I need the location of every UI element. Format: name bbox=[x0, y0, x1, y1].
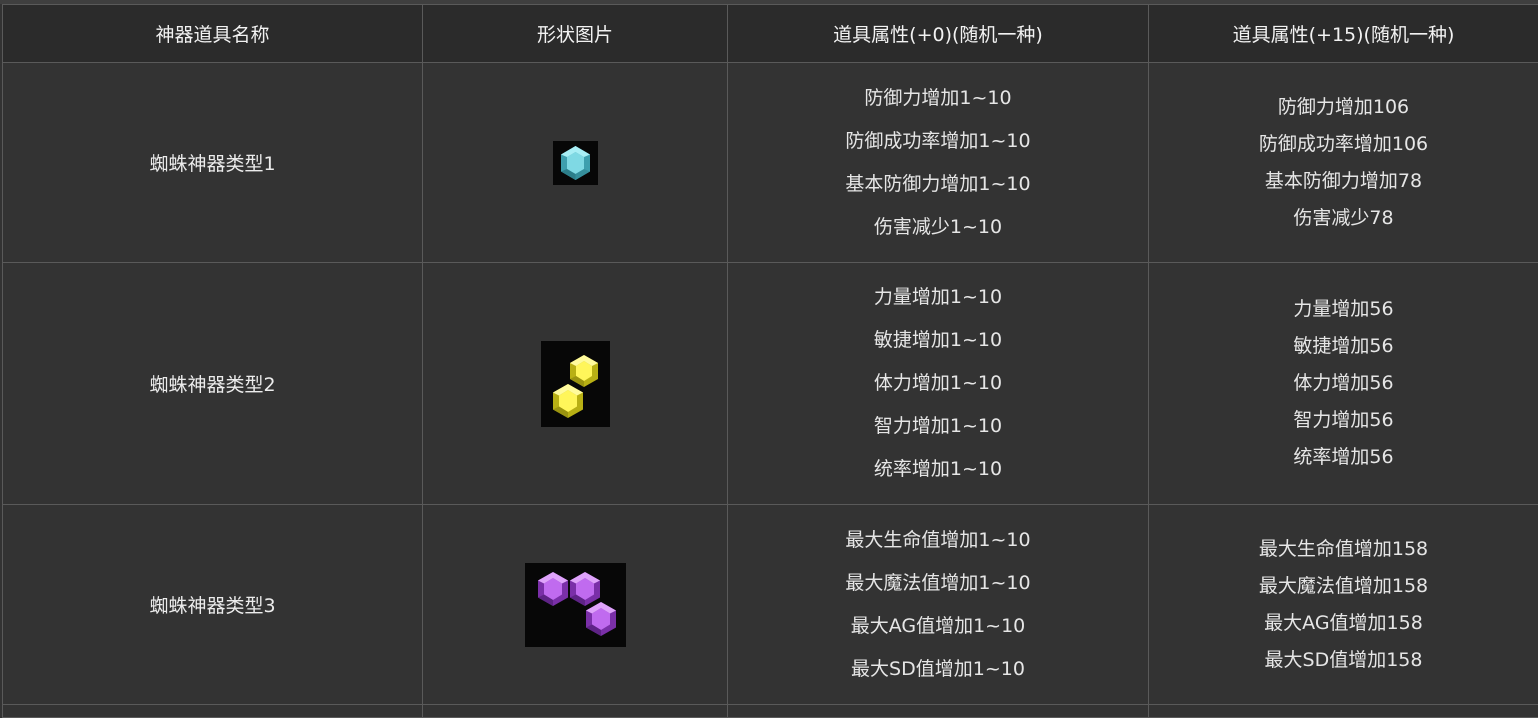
attr-line: 敏捷增加1~10 bbox=[728, 319, 1148, 362]
header-item-name: 神器道具名称 bbox=[3, 5, 423, 63]
cyan-gem-icon bbox=[553, 141, 598, 185]
table-cell bbox=[728, 705, 1149, 718]
attr-line: 防御力增加1~10 bbox=[728, 77, 1148, 120]
table-header-row: 神器道具名称 形状图片 道具属性(+0)(随机一种) 道具属性(+15)(随机一… bbox=[3, 5, 1538, 63]
table-row bbox=[3, 705, 1538, 718]
attr-line: 防御成功率增加106 bbox=[1149, 126, 1538, 163]
header-attr-plus15: 道具属性(+15)(随机一种) bbox=[1149, 5, 1538, 63]
table-row: 蜘蛛神器类型3 bbox=[3, 505, 1538, 705]
header-attr-base: 道具属性(+0)(随机一种) bbox=[728, 5, 1149, 63]
attr-line: 最大AG值增加1~10 bbox=[728, 605, 1148, 648]
attr-line: 敏捷增加56 bbox=[1149, 328, 1538, 365]
table-row: 蜘蛛神器类型2 bbox=[3, 263, 1538, 505]
attr-line: 基本防御力增加78 bbox=[1149, 163, 1538, 200]
table-row: 蜘蛛神器类型1 防御力增加1~10 防御成功率增加1~10 基本防御力增加1~1… bbox=[3, 63, 1538, 263]
table-cell bbox=[423, 705, 728, 718]
attr-line: 伤害减少78 bbox=[1149, 200, 1538, 237]
attr-line: 体力增加1~10 bbox=[728, 362, 1148, 405]
attr-base-cell: 最大生命值增加1~10 最大魔法值增加1~10 最大AG值增加1~10 最大SD… bbox=[728, 505, 1149, 705]
attr-line: 体力增加56 bbox=[1149, 365, 1538, 402]
attr-line: 力量增加1~10 bbox=[728, 276, 1148, 319]
item-image-cell bbox=[423, 63, 728, 263]
attr-line: 智力增加56 bbox=[1149, 402, 1538, 439]
attr-line: 最大生命值增加1~10 bbox=[728, 519, 1148, 562]
attr-line: 最大SD值增加158 bbox=[1149, 642, 1538, 679]
attr-line: 防御力增加106 bbox=[1149, 89, 1538, 126]
attr-line: 最大魔法值增加158 bbox=[1149, 568, 1538, 605]
header-shape-image: 形状图片 bbox=[423, 5, 728, 63]
table-cell bbox=[1149, 705, 1538, 718]
attr-line: 力量增加56 bbox=[1149, 291, 1538, 328]
item-name: 蜘蛛神器类型1 bbox=[3, 63, 423, 263]
attr-line: 基本防御力增加1~10 bbox=[728, 163, 1148, 206]
table-cell bbox=[3, 705, 423, 718]
attr-line: 最大魔法值增加1~10 bbox=[728, 562, 1148, 605]
attr-plus15-cell: 力量增加56 敏捷增加56 体力增加56 智力增加56 统率增加56 bbox=[1149, 263, 1538, 505]
attr-plus15-cell: 防御力增加106 防御成功率增加106 基本防御力增加78 伤害减少78 bbox=[1149, 63, 1538, 263]
attr-line: 统率增加56 bbox=[1149, 439, 1538, 476]
yellow-gems-icon bbox=[541, 341, 610, 427]
attr-line: 最大SD值增加1~10 bbox=[728, 648, 1148, 691]
attr-base-cell: 力量增加1~10 敏捷增加1~10 体力增加1~10 智力增加1~10 统率增加… bbox=[728, 263, 1149, 505]
artifact-table: 神器道具名称 形状图片 道具属性(+0)(随机一种) 道具属性(+15)(随机一… bbox=[2, 4, 1538, 718]
attr-line: 智力增加1~10 bbox=[728, 405, 1148, 448]
item-name: 蜘蛛神器类型3 bbox=[3, 505, 423, 705]
item-name: 蜘蛛神器类型2 bbox=[3, 263, 423, 505]
attr-line: 防御成功率增加1~10 bbox=[728, 120, 1148, 163]
item-image-cell bbox=[423, 505, 728, 705]
item-image-cell bbox=[423, 263, 728, 505]
purple-gems-icon bbox=[525, 563, 626, 647]
attr-line: 最大生命值增加158 bbox=[1149, 531, 1538, 568]
attr-line: 最大AG值增加158 bbox=[1149, 605, 1538, 642]
attr-line: 统率增加1~10 bbox=[728, 448, 1148, 491]
attr-plus15-cell: 最大生命值增加158 最大魔法值增加158 最大AG值增加158 最大SD值增加… bbox=[1149, 505, 1538, 705]
attr-base-cell: 防御力增加1~10 防御成功率增加1~10 基本防御力增加1~10 伤害减少1~… bbox=[728, 63, 1149, 263]
attr-line: 伤害减少1~10 bbox=[728, 206, 1148, 249]
